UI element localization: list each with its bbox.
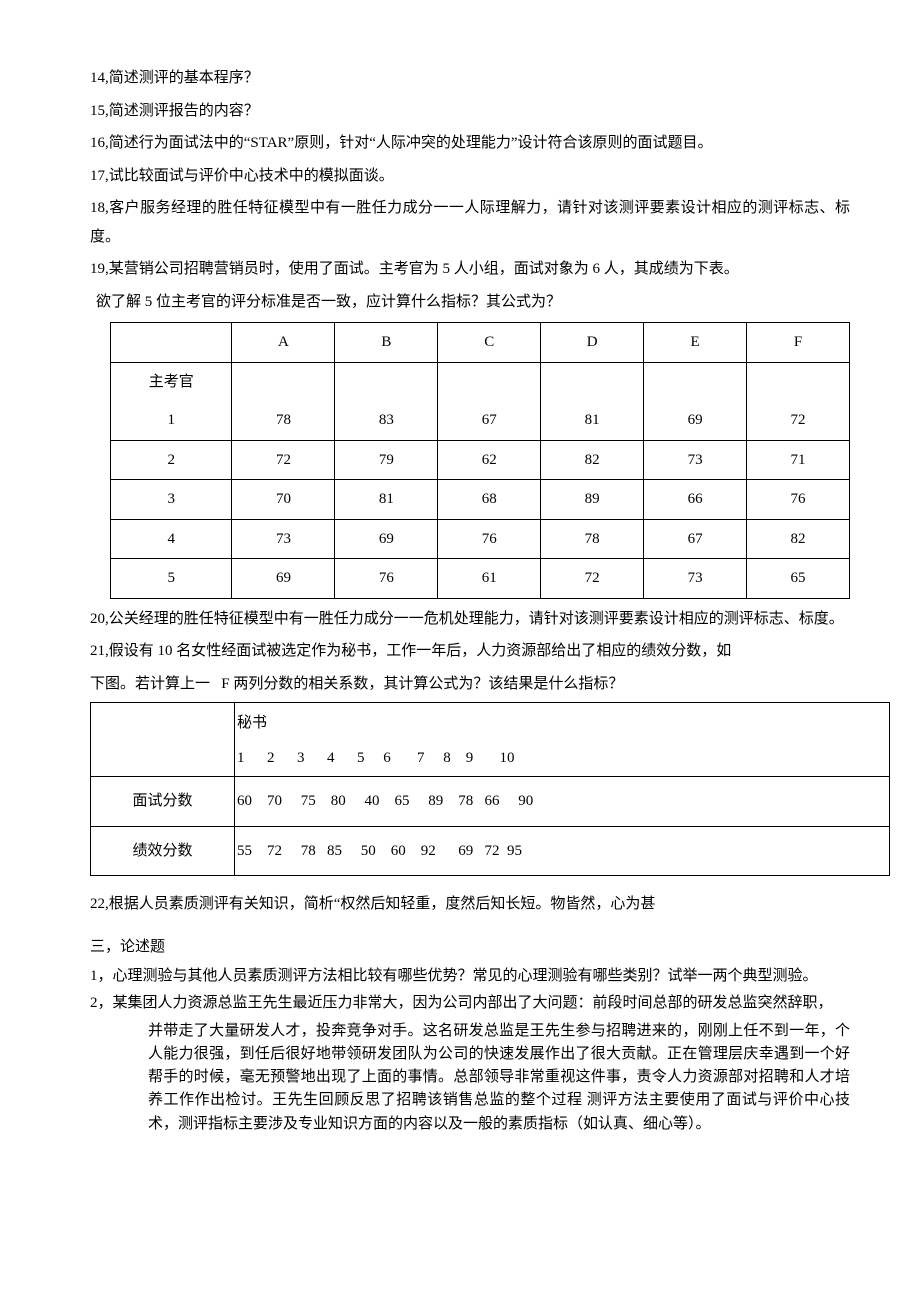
table-cell: 3: [111, 480, 232, 520]
table-cell: 73: [644, 559, 747, 599]
table-cell: [232, 362, 335, 401]
table-row: 4 73 69 76 78 67 82: [111, 519, 850, 559]
table-col-d: D: [541, 323, 644, 363]
table-cell: 5: [111, 559, 232, 599]
question-18: 18,客户服务经理的胜任特征模型中有一胜任力成分一一人际理解力，请针对该测评要素…: [90, 194, 850, 251]
table-cell: [541, 362, 644, 401]
table-examiner-scores: A B C D E F 主考官 1 78 83 67 81 69 72 2 72…: [110, 322, 850, 599]
table-cell: 62: [438, 440, 541, 480]
table-cell: 81: [541, 401, 644, 440]
table-cell: 78: [232, 401, 335, 440]
table-cell: 76: [747, 480, 850, 520]
table-cell: 71: [747, 440, 850, 480]
table-col-a: A: [232, 323, 335, 363]
table-cell: 69: [644, 401, 747, 440]
question-20: 20,公关经理的胜任特征模型中有一胜任力成分一一危机处理能力，请针对该测评要素设…: [90, 605, 850, 634]
table-cell: 67: [644, 519, 747, 559]
table-cell: 66: [644, 480, 747, 520]
table-col-f: F: [747, 323, 850, 363]
table2-row2-label: 绩效分数: [91, 826, 235, 876]
table-row-label: 主考官: [111, 362, 232, 401]
table-rowlabel-row: 主考官: [111, 362, 850, 401]
question-17: 17,试比较面试与评价中心技术中的模拟面谈。: [90, 162, 850, 191]
table-cell: 83: [335, 401, 438, 440]
table-cell: 73: [232, 519, 335, 559]
table-cell: 68: [438, 480, 541, 520]
table2-row1-label: 面试分数: [91, 777, 235, 827]
table-cell: 76: [335, 559, 438, 599]
question-21-line2: 下图。若计算上一 F 两列分数的相关系数，其计算公式为？该结果是什么指标？: [90, 670, 850, 699]
table-row: 2 72 79 62 82 73 71: [111, 440, 850, 480]
table-cell: 67: [438, 401, 541, 440]
table2-title: 秘书: [235, 703, 890, 740]
table2-index-numbers: 1 2 3 4 5 6 7 8 9 10: [235, 740, 890, 777]
table-cell: 65: [747, 559, 850, 599]
question-19: 19,某营销公司招聘营销员时，使用了面试。主考官为 5 人小组，面试对象为 6 …: [90, 255, 850, 284]
table2-corner: [91, 703, 235, 777]
table-cell: 72: [747, 401, 850, 440]
table-cell: 72: [541, 559, 644, 599]
q21-frag-a: 下图。若计算上一: [90, 676, 210, 692]
table-cell: 69: [232, 559, 335, 599]
table-col-b: B: [335, 323, 438, 363]
essay-q2-continuation: 并带走了大量研发人才，投奔竞争对手。这名研发总监是王先生参与招聘进来的，刚刚上任…: [90, 1020, 850, 1136]
section-3-heading: 三，论述题: [90, 933, 850, 962]
table-cell: [644, 362, 747, 401]
table-cell: [335, 362, 438, 401]
table-cell: 61: [438, 559, 541, 599]
table-cell: 76: [438, 519, 541, 559]
essay-q2-line1: 2，某集团人力资源总监王先生最近压力非常大，因为公司内部出了大问题：前段时间总部…: [90, 992, 850, 1015]
question-16: 16,简述行为面试法中的“STAR”原则，针对“人际冲突的处理能力”设计符合该原…: [90, 129, 850, 158]
table-cell: [747, 362, 850, 401]
question-22: 22,根据人员素质测评有关知识，简析“权然后知轻重，度然后知长短。物皆然，心为甚: [90, 890, 850, 919]
table-cell: 4: [111, 519, 232, 559]
question-15: 15,简述测评报告的内容？: [90, 97, 850, 126]
table-row: 3 70 81 68 89 66 76: [111, 480, 850, 520]
table-cell: 2: [111, 440, 232, 480]
table-cell: 1: [111, 401, 232, 440]
table-secretary-scores: 秘书 1 2 3 4 5 6 7 8 9 10 面试分数 60 70 75 80…: [90, 702, 890, 876]
table-cell: 81: [335, 480, 438, 520]
question-21-line1: 21,假设有 10 名女性经面试被选定作为秘书，工作一年后，人力资源部给出了相应…: [90, 637, 850, 666]
table-cell: 82: [541, 440, 644, 480]
table-cell: 89: [541, 480, 644, 520]
question-19-sub: 欲了解 5 位主考官的评分标准是否一致，应计算什么指标？其公式为？: [96, 288, 850, 317]
table2-row1-data: 60 70 75 80 40 65 89 78 66 90: [235, 777, 890, 827]
table-cell: 82: [747, 519, 850, 559]
table-row: 5 69 76 61 72 73 65: [111, 559, 850, 599]
table-cell-empty: [111, 323, 232, 363]
table-col-e: E: [644, 323, 747, 363]
table-cell: 70: [232, 480, 335, 520]
essay-questions: 1，心理测验与其他人员素质测评方法相比较有哪些优势？常见的心理测验有哪些类别？试…: [90, 965, 850, 1136]
table-cell: 79: [335, 440, 438, 480]
question-14: 14,简述测评的基本程序？: [90, 64, 850, 93]
table-cell: 69: [335, 519, 438, 559]
table2-header: 秘书: [91, 703, 890, 740]
table-col-c: C: [438, 323, 541, 363]
table2-row-interview: 面试分数 60 70 75 80 40 65 89 78 66 90: [91, 777, 890, 827]
table-cell: 78: [541, 519, 644, 559]
table2-row2-data: 55 72 78 85 50 60 92 69 72 95: [235, 826, 890, 876]
table-cell: 73: [644, 440, 747, 480]
table2-row-performance: 绩效分数 55 72 78 85 50 60 92 69 72 95: [91, 826, 890, 876]
table-cell: [438, 362, 541, 401]
table-row: 1 78 83 67 81 69 72: [111, 401, 850, 440]
q21-frag-b: F 两列分数的相关系数，其计算公式为？该结果是什么指标？: [221, 676, 623, 692]
table-cell: 72: [232, 440, 335, 480]
essay-q1: 1，心理测验与其他人员素质测评方法相比较有哪些优势？常见的心理测验有哪些类别？试…: [90, 965, 850, 988]
table-header-row: A B C D E F: [111, 323, 850, 363]
